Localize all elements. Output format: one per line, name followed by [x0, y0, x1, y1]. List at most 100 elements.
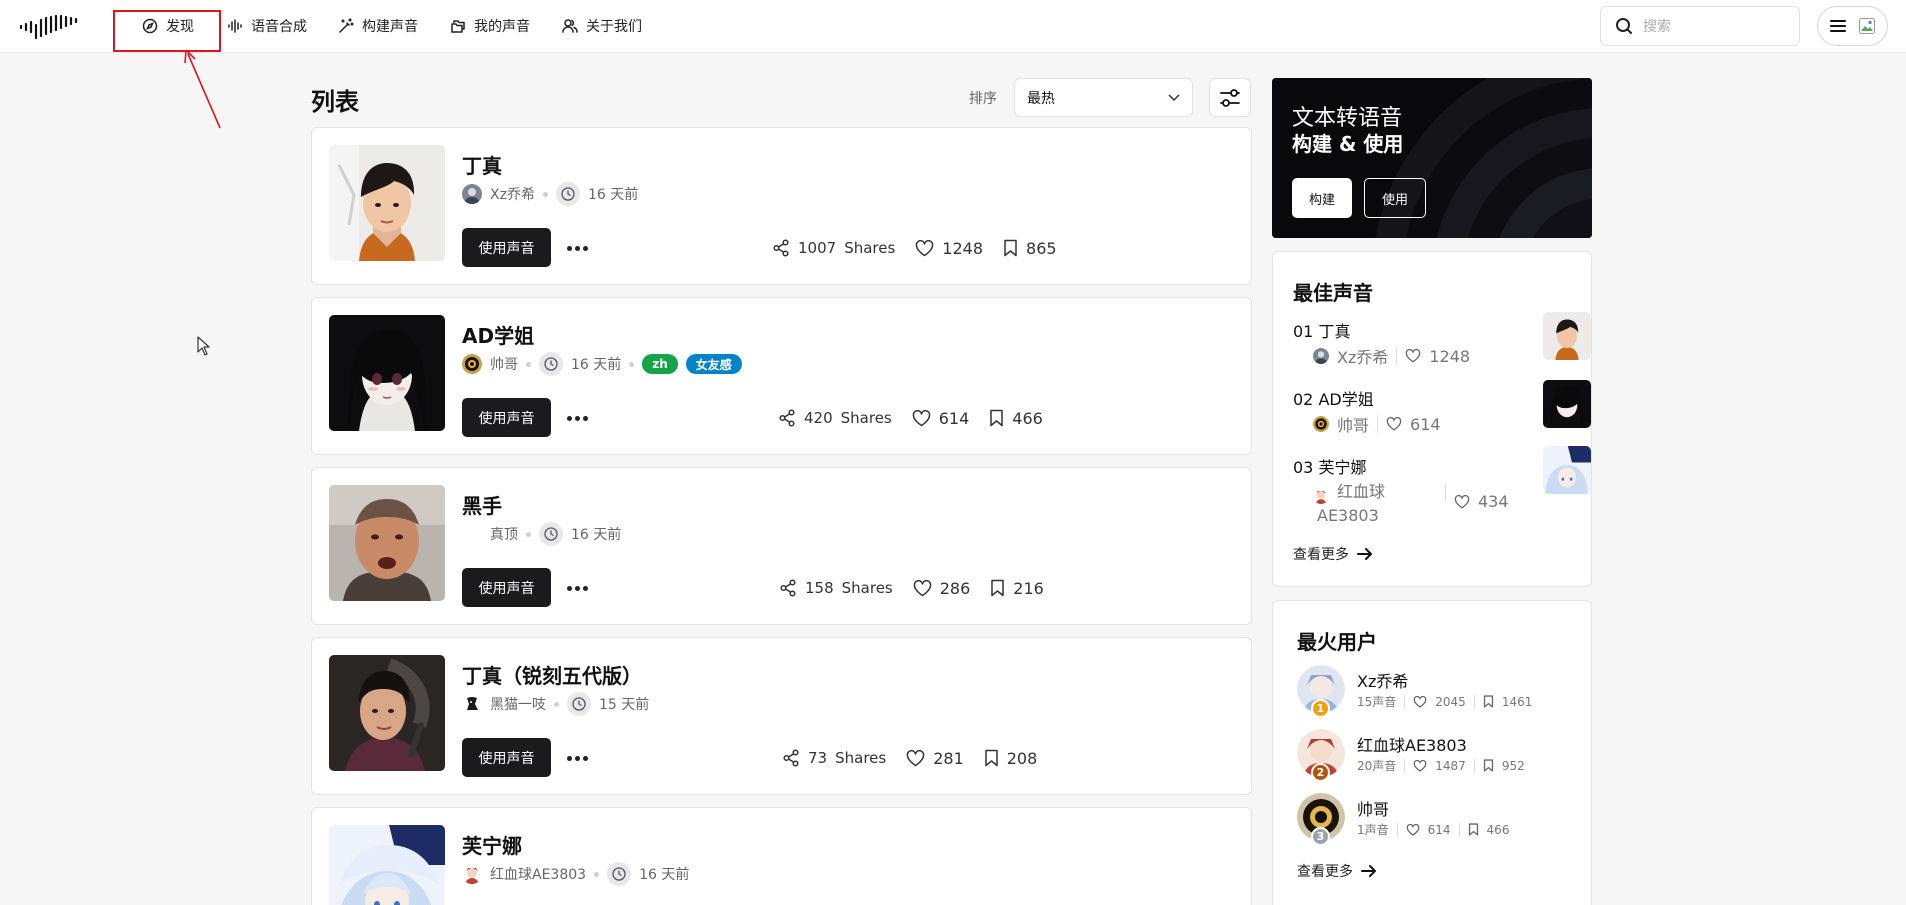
voice-count: 1声音: [1357, 823, 1389, 837]
author-name[interactable]: Xz乔希: [1337, 344, 1388, 368]
voice-meta: 帅哥 16 天前 zh 女友感: [462, 352, 742, 376]
user-menu-button[interactable]: [1817, 6, 1888, 46]
author-name-line: AE3803: [1317, 506, 1379, 525]
sort-select[interactable]: 最热: [1014, 78, 1193, 117]
heart-icon: [1386, 417, 1402, 431]
build-button[interactable]: 构建: [1292, 178, 1352, 218]
bookmark-button[interactable]: 466: [989, 409, 1043, 428]
user-name[interactable]: Xz乔希: [1357, 668, 1408, 692]
user-stats: 1声音 614 466: [1357, 821, 1509, 838]
created-time: 16 天前: [587, 187, 639, 203]
see-more-link[interactable]: 查看更多: [1297, 861, 1377, 881]
voice-card[interactable]: 黑手 真顶 16 天前 使用声音 158 Shares 286 216: [311, 467, 1252, 625]
voice-name[interactable]: 丁真（锐刻五代版）: [462, 660, 642, 689]
tag-badge[interactable]: zh: [642, 354, 678, 374]
use-voice-button[interactable]: 使用声音: [462, 228, 551, 267]
broken-avatar-image-icon: [1858, 17, 1876, 35]
author-name[interactable]: 真顶: [490, 524, 518, 544]
likes: 434: [1454, 492, 1509, 511]
likes-count: 434: [1478, 492, 1509, 511]
search-input[interactable]: [1643, 18, 1783, 34]
more-options-icon[interactable]: [564, 746, 590, 770]
voice-card[interactable]: 芙宁娜 红血球AE3803 16 天前: [311, 807, 1252, 905]
author-name[interactable]: Xz乔希: [490, 184, 535, 204]
hot-user-item[interactable]: 1 Xz乔希 15声音 2045 1461: [1297, 665, 1587, 718]
author-name[interactable]: 黑猫一吱: [490, 694, 546, 714]
heart-icon: [1454, 494, 1470, 509]
use-voice-button[interactable]: 使用声音: [462, 398, 551, 437]
nav-build-voice[interactable]: 构建声音: [338, 14, 418, 38]
best-voice-title[interactable]: 01 丁真: [1293, 318, 1350, 342]
voice-name[interactable]: 丁真: [462, 150, 502, 179]
voice-name[interactable]: AD学姐: [462, 320, 534, 349]
tag-badge[interactable]: 女友感: [685, 354, 742, 374]
more-options-icon[interactable]: [564, 576, 590, 600]
shares-suffix: Shares: [835, 749, 887, 767]
likes-count: 614: [1410, 414, 1441, 434]
panel-title: 最火用户: [1297, 630, 1377, 654]
filter-button[interactable]: [1209, 78, 1251, 117]
share-button[interactable]: 73 Shares: [782, 749, 886, 767]
hot-user-item[interactable]: 2 红血球AE3803 20声音 1487 952: [1297, 729, 1587, 782]
voice-name[interactable]: 芙宁娜: [462, 830, 522, 859]
author-name[interactable]: 帅哥: [1337, 412, 1369, 436]
more-options-icon[interactable]: [564, 236, 590, 260]
voice-name[interactable]: 黑手: [462, 490, 502, 519]
bookmark-button[interactable]: 865: [1003, 239, 1057, 258]
voice-stats: 158 Shares 286 216: [779, 575, 1044, 601]
author-name[interactable]: 红血球 AE3803: [1317, 480, 1437, 528]
author-avatar[interactable]: [462, 694, 482, 714]
nav-about-us[interactable]: 关于我们: [562, 14, 642, 38]
nav-label: 我的声音: [474, 19, 530, 35]
user-stats: 15声音 2045 1461: [1357, 693, 1532, 710]
author-avatar[interactable]: [462, 864, 482, 884]
best-voices-panel: 最佳声音 01 丁真 Xz乔希 1248 02 AD学姐 帅哥 614 03 芙…: [1272, 251, 1592, 587]
best-voice-name: AD学姐: [1318, 390, 1374, 409]
divider: [1404, 758, 1406, 773]
author-avatar[interactable]: [462, 184, 482, 204]
bookmark-button[interactable]: 216: [990, 579, 1044, 598]
user-name[interactable]: 红血球AE3803: [1357, 732, 1467, 756]
bookmark-icon: [1003, 239, 1018, 257]
share-button[interactable]: 1007 Shares: [772, 239, 895, 257]
author-name-line: 红血球: [1337, 482, 1386, 501]
banner-subtitle: 构建 & 使用: [1292, 132, 1404, 156]
author-avatar[interactable]: [462, 354, 482, 374]
like-button[interactable]: 614: [912, 409, 969, 428]
voice-card[interactable]: 丁真 Xz乔希 16 天前 使用声音 1007 Shares 1248 865: [311, 127, 1252, 285]
search-icon: [1615, 17, 1633, 35]
see-more-link[interactable]: 查看更多: [1293, 544, 1373, 564]
app-logo[interactable]: [19, 12, 85, 42]
best-voice-name: 芙宁娜: [1318, 458, 1367, 477]
search-box[interactable]: [1600, 6, 1800, 46]
like-button[interactable]: 286: [913, 579, 970, 598]
share-button[interactable]: 420 Shares: [778, 409, 892, 427]
hot-user-item[interactable]: 3 帅哥 1声音 614 466: [1297, 793, 1587, 846]
heart-icon: [1405, 349, 1421, 363]
author-name[interactable]: 红血球AE3803: [490, 864, 586, 884]
best-voice-title[interactable]: 02 AD学姐: [1293, 386, 1374, 410]
author-avatar[interactable]: [462, 524, 482, 544]
use-voice-button[interactable]: 使用声音: [462, 568, 551, 607]
like-button[interactable]: 1248: [915, 239, 983, 258]
use-button[interactable]: 使用: [1364, 178, 1426, 218]
voice-card[interactable]: AD学姐 帅哥 16 天前 zh 女友感 使用声音 420 Shares 614…: [311, 297, 1252, 455]
like-button[interactable]: 281: [906, 749, 964, 768]
voice-card[interactable]: 丁真（锐刻五代版） 黑猫一吱 15 天前 使用声音 73 Shares 281 …: [311, 637, 1252, 795]
user-name[interactable]: 帅哥: [1357, 796, 1389, 820]
saves-count: 952: [1501, 758, 1525, 773]
separator-dot: [526, 531, 531, 537]
bookmark-button[interactable]: 208: [984, 749, 1037, 768]
nav-speech-synthesis[interactable]: 语音合成: [227, 14, 307, 38]
best-voice-title[interactable]: 03 芙宁娜: [1293, 454, 1366, 478]
divider: [1473, 694, 1475, 709]
best-voice-meta: 帅哥 614: [1313, 412, 1441, 436]
share-button[interactable]: 158 Shares: [779, 579, 893, 597]
author-name[interactable]: 帅哥: [490, 354, 518, 374]
arrow-right-icon: [1361, 864, 1377, 878]
more-options-icon[interactable]: [564, 406, 590, 430]
clock-icon: [539, 352, 563, 376]
use-voice-button[interactable]: 使用声音: [462, 738, 551, 777]
clock-icon: [567, 692, 591, 716]
nav-my-voices[interactable]: 我的声音: [450, 14, 530, 38]
